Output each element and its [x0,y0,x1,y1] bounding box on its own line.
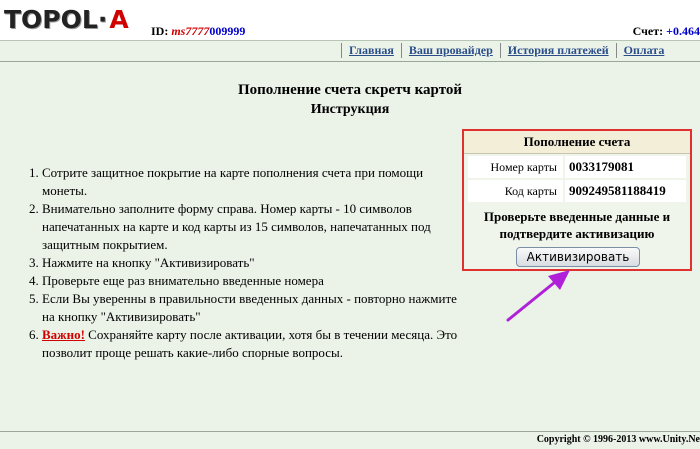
list-item: Сотрите защитное покрытие на карте попол… [42,164,462,200]
page-title-text: Пополнение счета скретч картой [237,82,463,98]
header: TOPOL · A ID: ms7777009999 Счет: +0.464 [0,0,700,41]
nav-payment-history-link[interactable]: История платежей [499,43,616,58]
balance: Счет: +0.464 [633,24,700,39]
topup-panel: Пополнение счета Номер карты 0033179081 … [462,129,692,271]
balance-value: +0.464 [666,24,700,38]
nav-payment-link[interactable]: Оплата [615,43,672,58]
card-number-row: Номер карты 0033179081 [468,156,686,178]
user-id: ID: ms7777009999 [151,24,245,39]
copyright: Copyright © 1996-2013 www.Unity.Ne [536,434,700,445]
page-subtitle: Инструкция [310,102,390,117]
important-label: Важно! [42,327,85,342]
confirm-note: Проверьте введенные данные и подтвердите… [483,209,671,241]
pointer-arrow-icon [506,270,570,322]
list-item: Если Вы уверенны в правильности введенны… [42,290,462,326]
instruction-list: Сотрите защитное покрытие на карте попол… [20,164,462,362]
card-number-label: Номер карты [468,156,563,178]
panel-title: Пополнение счета [464,131,690,154]
list-item: Внимательно заполните форму справа. Номе… [42,200,462,254]
footer: Copyright © 1996-2013 www.Unity.Ne [0,431,700,449]
id-number: 009999 [209,24,246,38]
list-item: Нажмите на кнопку "Активизировать" [42,254,462,272]
nav-provider-link[interactable]: Ваш провайдер [400,43,500,58]
id-label: ID: [151,24,169,38]
logo-text: TOPOL [4,4,98,34]
logo-accent: A [109,4,129,34]
important-text: Сохраняйте карту после активации, хотя б… [42,327,458,360]
list-item: Проверьте еще раз внимательно введенные … [42,272,462,290]
page-title: Пополнение счета скретч картой Инструкци… [0,82,700,118]
card-number-value: 0033179081 [565,156,686,178]
card-code-row: Код карты 909249581188419 [468,180,686,202]
nav-home-link[interactable]: Главная [341,43,401,58]
id-login: ms7777 [171,24,210,38]
balance-label: Счет: [632,24,664,38]
card-code-value: 909249581188419 [565,180,686,202]
card-code-label: Код карты [468,180,563,202]
list-item: Важно! Сохраняйте карту после активации,… [42,326,462,362]
nav-bar: Главная Ваш провайдер История платежей О… [0,41,700,62]
logo[interactable]: TOPOL · A [4,2,129,36]
